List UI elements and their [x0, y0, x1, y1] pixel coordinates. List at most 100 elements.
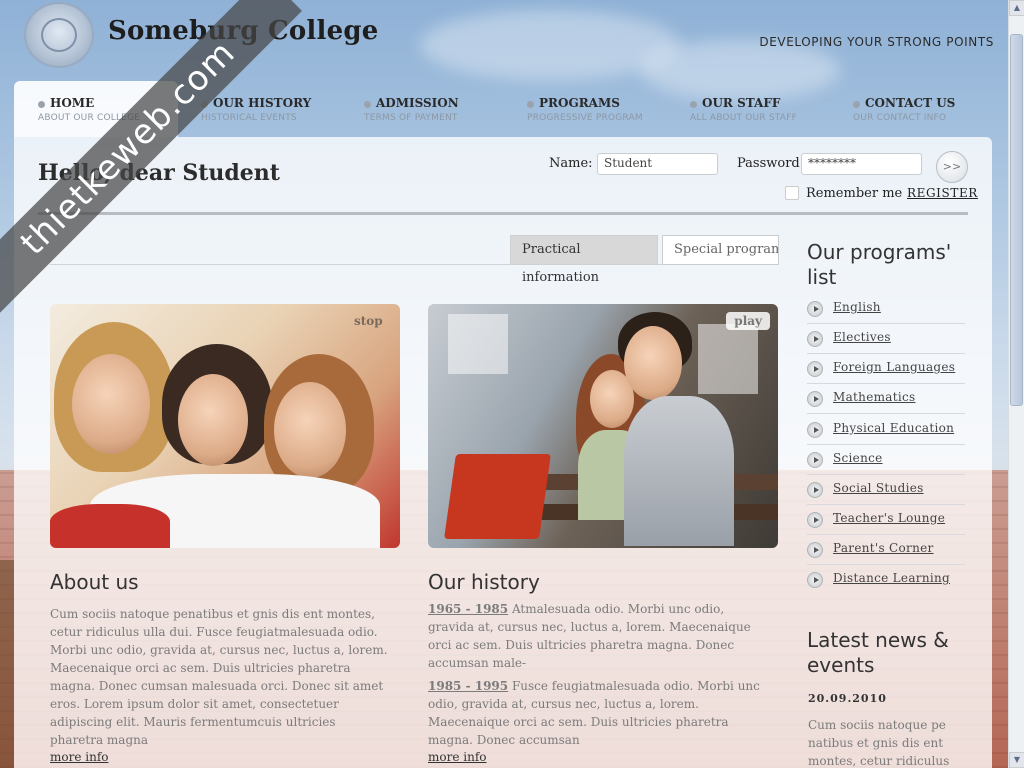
program-item[interactable]: Mathematics	[807, 384, 965, 414]
nav-title: HOME	[50, 96, 95, 110]
news-date: 20.09.2010	[808, 692, 887, 705]
program-link[interactable]: Physical Education	[833, 421, 954, 435]
program-link[interactable]: English	[833, 300, 881, 314]
background-tree	[0, 560, 14, 768]
nav-subtitle: HISTORICAL EVENTS	[201, 113, 297, 123]
slider-photo-left: stop	[50, 304, 400, 548]
our-history-heading: Our history	[428, 570, 540, 594]
news-text: Cum sociis natoque pe natibus et gnis di…	[808, 718, 950, 768]
play-arrow-icon	[807, 542, 823, 558]
program-link[interactable]: Mathematics	[833, 390, 915, 404]
slider-play-button[interactable]: play	[726, 312, 770, 330]
face	[624, 326, 682, 400]
play-arrow-icon	[807, 301, 823, 317]
about-us-heading: About us	[50, 570, 139, 594]
programs-heading-line: Our programs'	[807, 240, 952, 264]
nav-title: OUR STAFF	[702, 96, 781, 110]
bullet-icon	[527, 101, 534, 108]
nav-subtitle: ABOUT OUR COLLEGE	[38, 113, 141, 123]
bullet-icon	[853, 101, 860, 108]
bullet-icon	[364, 101, 371, 108]
nav-item-our-staff[interactable]: OUR STAFF ALL ABOUT OUR STAFF	[666, 81, 797, 137]
nav-title: OUR HISTORY	[213, 96, 312, 110]
nav-item-our-history[interactable]: OUR HISTORY HISTORICAL EVENTS	[177, 81, 311, 137]
nav-item-programs[interactable]: PROGRAMS PROGRESSIVE PROGRAM	[503, 81, 643, 137]
bullet-icon	[38, 101, 45, 108]
nav-item-home[interactable]: HOME ABOUT OUR COLLEGE	[14, 81, 178, 137]
header-divider	[38, 212, 968, 215]
nav-subtitle: TERMS OF PAYMENT	[364, 113, 458, 123]
program-link[interactable]: Teacher's Lounge	[833, 511, 945, 525]
program-item[interactable]: Social Studies	[807, 475, 965, 505]
programs-heading-line: list	[807, 265, 837, 289]
name-label: Name:	[549, 156, 593, 171]
name-input[interactable]: Student	[597, 153, 718, 175]
scroll-up-arrow-icon[interactable]: ▲	[1009, 0, 1024, 16]
nav-title: PROGRAMS	[539, 96, 620, 110]
nav-subtitle: OUR CONTACT INFO	[853, 113, 947, 123]
remember-me-checkbox[interactable]	[785, 186, 799, 200]
login-submit-button[interactable]: >>	[936, 151, 968, 183]
face	[274, 382, 346, 478]
vertical-scrollbar[interactable]: ▲ ▼	[1008, 0, 1024, 768]
play-arrow-icon	[807, 572, 823, 588]
nav-title: CONTACT US	[865, 96, 956, 110]
program-link[interactable]: Distance Learning	[833, 571, 950, 585]
password-label: Password:	[737, 156, 805, 171]
laptop	[444, 454, 551, 539]
about-more-info-link[interactable]: more info	[50, 750, 109, 764]
play-arrow-icon	[807, 331, 823, 347]
nav-subtitle: PROGRESSIVE PROGRAM	[527, 113, 643, 123]
tagline: DEVELOPING YOUR STRONG POINTS	[759, 35, 994, 49]
program-item[interactable]: Foreign Languages	[807, 354, 965, 384]
face	[72, 354, 150, 454]
nav-subtitle: ALL ABOUT OUR STAFF	[690, 113, 797, 123]
bullet-icon	[201, 101, 208, 108]
play-arrow-icon	[807, 391, 823, 407]
password-input[interactable]: ********	[801, 153, 922, 175]
program-link[interactable]: Social Studies	[833, 481, 924, 495]
register-link[interactable]: REGISTER	[907, 186, 978, 200]
program-link[interactable]: Electives	[833, 330, 891, 344]
scroll-down-arrow-icon[interactable]: ▼	[1009, 752, 1024, 768]
about-us-text: Cum sociis natoque penatibus et gnis dis…	[50, 607, 388, 747]
history-more-info-link[interactable]: more info	[428, 750, 487, 764]
face	[178, 374, 248, 466]
play-arrow-icon	[807, 452, 823, 468]
history-entry: 1965 - 1985 Atmalesuada odio. Morbi unc …	[428, 600, 768, 672]
slider-stop-button[interactable]: stop	[346, 312, 391, 330]
news-heading: Latest news & events	[807, 628, 949, 678]
program-item[interactable]: Science	[807, 445, 965, 475]
program-link[interactable]: Science	[833, 451, 883, 465]
program-link[interactable]: Foreign Languages	[833, 360, 955, 374]
site-title[interactable]: Someburg College	[108, 16, 378, 46]
greeting-heading: Hello, dear Student	[38, 160, 280, 186]
program-item[interactable]: Distance Learning	[807, 565, 965, 595]
play-arrow-icon	[807, 361, 823, 377]
play-arrow-icon	[807, 512, 823, 528]
main-nav: HOME ABOUT OUR COLLEGE OUR HISTORY HISTO…	[14, 81, 992, 137]
news-heading-line: events	[807, 653, 875, 677]
history-year-link[interactable]: 1985 - 1995	[428, 679, 508, 693]
news-heading-line: Latest news &	[807, 628, 949, 652]
history-entry: 1985 - 1995 Fusce feugiatmalesuada odio.…	[428, 677, 768, 749]
programs-heading: Our programs' list	[807, 240, 951, 290]
scrollbar-thumb[interactable]	[1010, 34, 1023, 406]
remember-me-label: Remember me	[806, 186, 903, 201]
program-item[interactable]: Electives	[807, 324, 965, 354]
college-emblem-icon	[24, 2, 94, 68]
program-link[interactable]: Parent's Corner	[833, 541, 934, 555]
tab-practical-information[interactable]: Practical information	[510, 235, 658, 285]
nav-item-admission[interactable]: ADMISSION TERMS OF PAYMENT	[340, 81, 459, 137]
program-item[interactable]: Parent's Corner	[807, 535, 965, 565]
nav-item-contact-us[interactable]: CONTACT US OUR CONTACT INFO	[829, 81, 955, 137]
program-item[interactable]: Teacher's Lounge	[807, 505, 965, 535]
history-year-link[interactable]: 1965 - 1985	[428, 602, 508, 616]
program-item[interactable]: English	[807, 294, 965, 324]
tab-special-programs[interactable]: Special programs	[662, 235, 779, 265]
play-arrow-icon	[807, 482, 823, 498]
program-item[interactable]: Physical Education	[807, 415, 965, 445]
slider-photo-right: play	[428, 304, 778, 548]
play-arrow-icon	[807, 422, 823, 438]
bullet-icon	[690, 101, 697, 108]
